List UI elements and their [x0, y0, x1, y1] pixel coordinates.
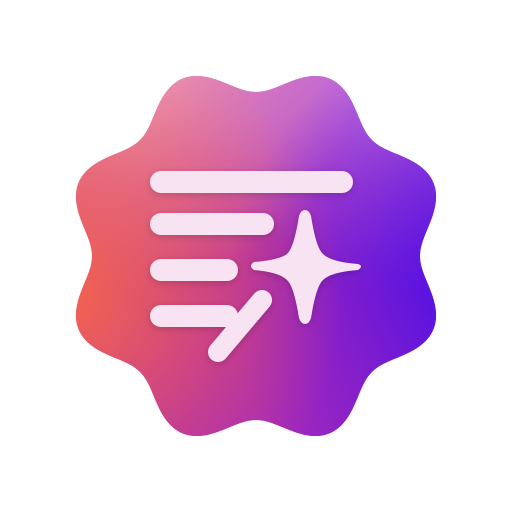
- text-line-1: [150, 171, 353, 193]
- badge-gradient-overlay: [75, 75, 437, 437]
- app-icon-stage: [0, 0, 512, 512]
- text-line-2: [150, 213, 274, 235]
- text-line-3: [150, 259, 238, 281]
- app-icon: [75, 75, 437, 437]
- text-line-4: [150, 305, 238, 327]
- wavy-badge-icon: [75, 75, 437, 437]
